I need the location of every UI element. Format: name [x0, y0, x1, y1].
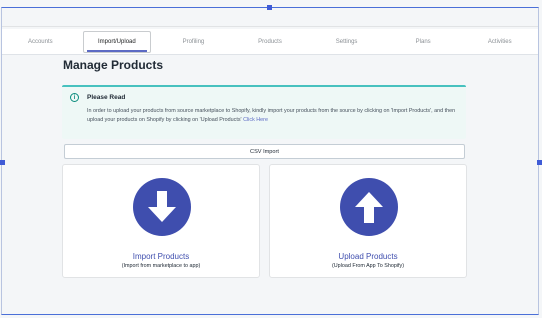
tab-label: Products — [258, 38, 282, 45]
tab-activities[interactable]: Activities — [461, 29, 538, 54]
tab-import-upload[interactable]: Import/Upload — [79, 29, 156, 54]
arrow-down-circle-icon[interactable] — [133, 178, 191, 236]
banner-title: Please Read — [87, 94, 126, 101]
upload-products-title[interactable]: Upload Products — [270, 252, 466, 261]
resize-handle-left[interactable] — [0, 160, 5, 165]
import-products-card[interactable]: Import Products (Import from marketplace… — [62, 164, 260, 278]
click-here-link[interactable]: Click Here — [243, 117, 268, 123]
banner-text: In order to upload your products from so… — [87, 108, 456, 123]
tab-focus-outline — [82, 31, 152, 53]
tab-plans[interactable]: Plans — [385, 29, 462, 54]
tab-accounts[interactable]: Accounts — [2, 29, 79, 54]
resize-handle-top[interactable] — [267, 5, 272, 10]
csv-import-button[interactable]: CSV Import — [64, 144, 465, 159]
resize-handle-right[interactable] — [537, 160, 542, 165]
tab-label: Accounts — [27, 38, 53, 45]
tab-label: Settings — [335, 38, 358, 45]
tab-profiling[interactable]: Profiling — [155, 29, 232, 54]
nav-tabs: Accounts Import/Upload Profiling Product… — [2, 29, 538, 55]
tab-label: Activities — [487, 38, 512, 45]
import-products-title[interactable]: Import Products — [63, 252, 259, 261]
import-products-subtitle: (Import from marketplace to app) — [121, 263, 201, 269]
upload-products-subtitle: (Upload From App To Shopify) — [331, 263, 405, 269]
top-bar — [2, 8, 538, 27]
tab-label: Profiling — [182, 38, 205, 45]
arrow-up-circle-icon[interactable] — [340, 178, 398, 236]
tab-label: Plans — [415, 38, 431, 45]
page-title: Manage Products — [63, 58, 164, 72]
tab-products[interactable]: Products — [232, 29, 309, 54]
tab-settings[interactable]: Settings — [308, 29, 385, 54]
info-icon: i — [70, 93, 79, 102]
info-banner: i Please Read In order to upload your pr… — [62, 85, 466, 139]
upload-products-card[interactable]: Upload Products (Upload From App To Shop… — [269, 164, 467, 278]
